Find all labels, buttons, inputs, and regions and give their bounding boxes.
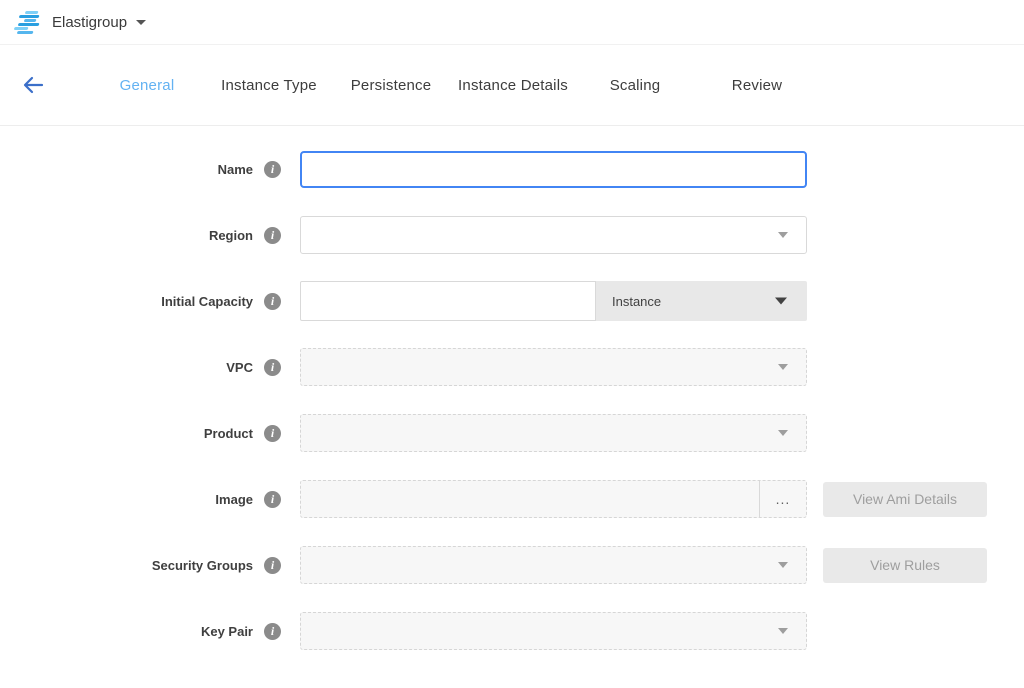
wizard-tabs: General Instance Type Persistence Instan… [86,77,818,94]
elastigroup-logo-icon [13,9,43,35]
back-arrow-icon[interactable] [20,72,46,98]
key-pair-label: Key Pair [201,624,253,639]
name-field-row: Name i [0,149,1024,189]
product-field-row: Product i [0,413,1024,453]
tab-instance-type[interactable]: Instance Type [208,77,330,94]
initial-capacity-info-icon[interactable]: i [264,293,281,310]
view-rules-button[interactable]: View Rules [823,548,987,583]
capacity-unit-caret-icon [775,298,787,305]
capacity-unit-value: Instance [612,294,661,309]
vpc-field-row: VPC i [0,347,1024,387]
tab-review[interactable]: Review [696,77,818,94]
view-ami-details-button[interactable]: View Ami Details [823,482,987,517]
product-info-icon[interactable]: i [264,425,281,442]
vpc-select[interactable] [300,348,807,386]
top-header-bar: Elastigroup [0,0,1024,45]
region-label: Region [209,228,253,243]
vpc-label: VPC [226,360,253,375]
region-field-row: Region i [0,215,1024,255]
tab-persistence[interactable]: Persistence [330,77,452,94]
initial-capacity-label: Initial Capacity [161,294,253,309]
initial-capacity-input[interactable] [300,281,596,321]
image-label: Image [215,492,253,507]
key-pair-caret-icon [778,628,788,634]
tab-scaling[interactable]: Scaling [574,77,696,94]
key-pair-field-row: Key Pair i [0,611,1024,651]
tab-instance-details[interactable]: Instance Details [452,77,574,94]
image-browse-button[interactable]: ... [759,481,806,517]
security-groups-field-row: Security Groups i View Rules [0,545,1024,585]
security-groups-select[interactable] [300,546,807,584]
initial-capacity-field-row: Initial Capacity i Instance [0,281,1024,321]
app-switcher-label[interactable]: Elastigroup [52,14,127,31]
product-caret-icon [778,430,788,436]
app-switcher-caret-icon[interactable] [136,20,146,25]
region-caret-icon [778,232,788,238]
product-select[interactable] [300,414,807,452]
image-picker[interactable]: ... [300,480,807,518]
wizard-tab-bar: General Instance Type Persistence Instan… [0,45,1024,126]
region-info-icon[interactable]: i [264,227,281,244]
region-select[interactable] [300,216,807,254]
security-groups-label: Security Groups [152,558,253,573]
product-label: Product [204,426,253,441]
name-info-icon[interactable]: i [264,161,281,178]
name-label: Name [218,162,253,177]
key-pair-select[interactable] [300,612,807,650]
security-groups-caret-icon [778,562,788,568]
capacity-unit-select[interactable]: Instance [596,281,807,321]
image-info-icon[interactable]: i [264,491,281,508]
general-settings-form: Name i Region i Initial Capacity i Insta… [0,126,1024,651]
security-groups-info-icon[interactable]: i [264,557,281,574]
vpc-caret-icon [778,364,788,370]
key-pair-info-icon[interactable]: i [264,623,281,640]
image-picker-value [301,481,759,517]
name-input[interactable] [300,151,807,188]
image-field-row: Image i ... View Ami Details [0,479,1024,519]
tab-general[interactable]: General [86,77,208,94]
vpc-info-icon[interactable]: i [264,359,281,376]
